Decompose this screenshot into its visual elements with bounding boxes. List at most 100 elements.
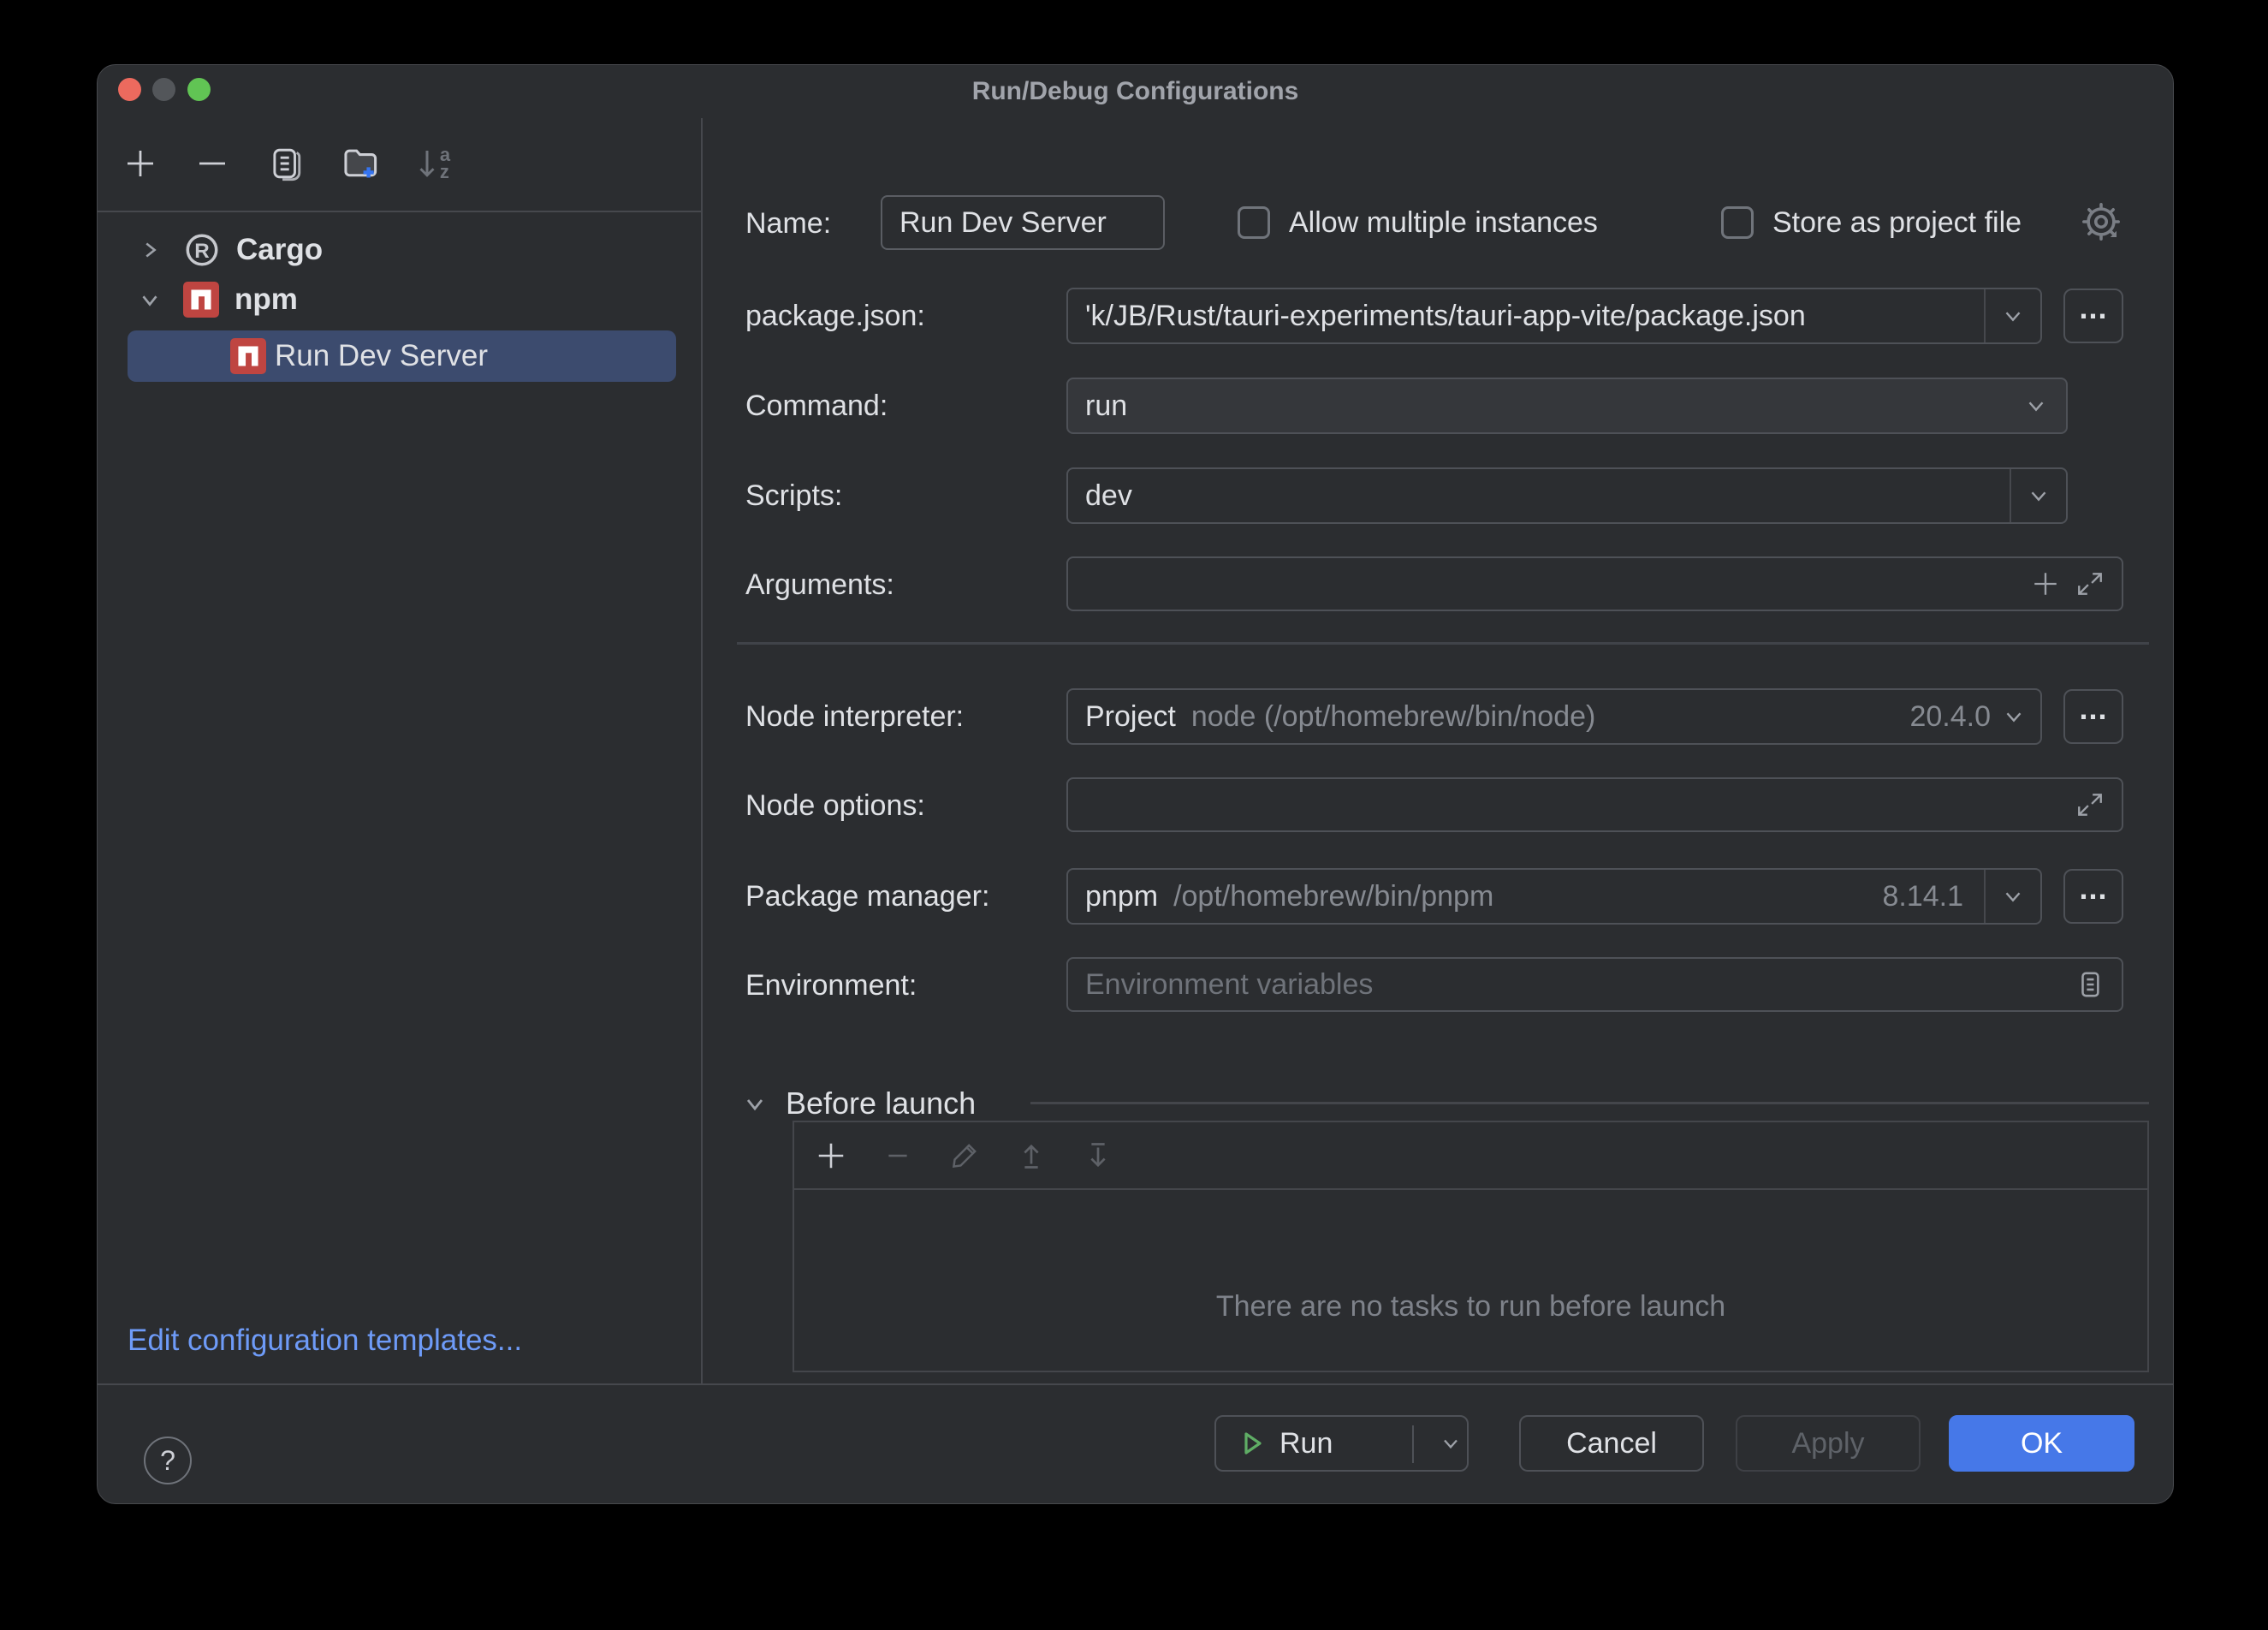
node-interpreter-detail: node (/opt/homebrew/bin/node) (1190, 699, 1596, 733)
arrow-down-icon (1090, 1142, 1106, 1167)
remove-configuration-button[interactable] (192, 143, 233, 184)
remove-task-button[interactable] (880, 1138, 916, 1174)
package-json-browse-button[interactable]: ... (2063, 289, 2123, 343)
question-mark-icon: ? (160, 1444, 175, 1476)
desktop: { "window": { "title": "Run/Debug Config… (0, 0, 2268, 1630)
add-configuration-button[interactable] (120, 143, 161, 184)
tree-item-label: npm (235, 283, 298, 316)
plus-icon (123, 146, 157, 181)
package-manager-label: Package manager: (745, 879, 990, 913)
tree-item-run-dev-server-selected[interactable]: Run Dev Server (128, 330, 676, 382)
chevron-right-icon[interactable] (135, 237, 164, 263)
edit-configuration-templates-link[interactable]: Edit configuration templates... (128, 1324, 522, 1358)
svg-text:R: R (194, 240, 209, 263)
play-icon (1238, 1430, 1266, 1457)
expand-node-options-button[interactable] (2075, 790, 2105, 819)
cancel-button[interactable]: Cancel (1519, 1415, 1704, 1472)
store-as-project-file-label: Store as project file (1772, 205, 2022, 239)
command-value: run (1085, 389, 1128, 422)
minus-icon (195, 146, 229, 181)
scripts-value: dev (1085, 479, 1132, 512)
chevron-down-icon (2005, 892, 2021, 902)
node-options-label: Node options: (745, 788, 925, 822)
package-manager-combobox[interactable]: pnpm /opt/homebrew/bin/pnpm 8.14.1 (1066, 868, 2042, 925)
scripts-label: Scripts: (745, 479, 843, 512)
minus-icon (888, 1154, 907, 1157)
package-json-combobox[interactable]: 'k/JB/Rust/tauri-experiments/tauri-app-v… (1066, 288, 2042, 344)
tree-item-npm[interactable]: npm (98, 276, 701, 324)
add-task-button[interactable] (813, 1138, 849, 1174)
package-manager-dropdown-button[interactable] (1984, 870, 2040, 923)
chevron-down-icon (741, 1090, 769, 1117)
copy-icon (268, 146, 304, 181)
node-interpreter-label: Node interpreter: (745, 699, 965, 733)
package-json-value: 'k/JB/Rust/tauri-experiments/tauri-app-v… (1085, 299, 1806, 332)
allow-multiple-instances-label: Allow multiple instances (1289, 205, 1598, 239)
apply-button[interactable]: Apply (1736, 1415, 1921, 1472)
package-manager-browse-button[interactable]: ... (2063, 869, 2123, 924)
allow-multiple-instances-checkbox[interactable] (1238, 206, 1270, 239)
variables-list-icon (2081, 972, 2099, 997)
run-dropdown-button[interactable] (1432, 1417, 1469, 1470)
npm-icon (183, 282, 219, 318)
expand-icon (2078, 794, 2102, 816)
node-interpreter-combobox[interactable]: Project node (/opt/homebrew/bin/node) 20… (1066, 688, 2042, 745)
plus-icon (2034, 573, 2057, 595)
package-json-label: package.json: (745, 299, 925, 332)
help-button[interactable]: ? (144, 1437, 192, 1484)
cancel-button-label: Cancel (1566, 1426, 1657, 1460)
pencil-icon (952, 1143, 977, 1168)
scripts-combobox[interactable]: dev (1066, 467, 2068, 524)
name-field-wrapper (881, 195, 1165, 250)
chevron-down-icon (2031, 491, 2046, 502)
toolbar-separator (98, 211, 702, 212)
chevron-down-icon (2001, 704, 2027, 729)
node-options-input[interactable] (1085, 788, 2060, 822)
add-argument-button[interactable] (2031, 569, 2060, 598)
gear-icon (2081, 203, 2122, 246)
before-launch-title: Before launch (786, 1086, 977, 1121)
window-title: Run/Debug Configurations (971, 77, 1299, 105)
scripts-dropdown-button[interactable] (2010, 469, 2066, 522)
store-as-project-file-checkbox[interactable] (1721, 206, 1754, 239)
expand-arguments-button[interactable] (2075, 569, 2105, 598)
package-json-dropdown-button[interactable] (1984, 289, 2040, 342)
chevron-down-icon (1444, 1439, 1458, 1449)
command-select[interactable]: run (1066, 378, 2068, 434)
arrow-up-icon (1024, 1144, 1039, 1169)
chevron-down-icon[interactable] (135, 287, 164, 312)
store-options-gear-button[interactable] (2081, 201, 2122, 247)
environment-input[interactable] (1085, 967, 2060, 1002)
move-task-up-button[interactable] (1013, 1138, 1049, 1174)
chevron-down-icon (2023, 393, 2049, 419)
copy-configuration-button[interactable] (265, 143, 306, 184)
run-button[interactable]: Run (1214, 1415, 1469, 1472)
ok-button[interactable]: OK (1949, 1415, 2134, 1472)
tasks-toolbar (794, 1122, 2147, 1190)
environment-browse-button[interactable] (2075, 970, 2105, 999)
move-task-down-button[interactable] (1080, 1138, 1116, 1174)
apply-button-label: Apply (1791, 1426, 1865, 1460)
new-folder-icon (341, 145, 379, 182)
command-label: Command: (745, 389, 888, 422)
footer-separator (98, 1383, 2173, 1385)
arguments-input[interactable] (1085, 567, 2016, 601)
form-section-separator (737, 642, 2149, 645)
tree-item-label: Run Dev Server (275, 339, 488, 372)
tree-item-cargo[interactable]: R Cargo (98, 226, 701, 274)
plus-icon (818, 1143, 844, 1168)
before-launch-header[interactable]: Before launch (741, 1084, 976, 1123)
new-folder-button[interactable] (340, 143, 381, 184)
node-interpreter-browse-button[interactable]: ... (2063, 689, 2123, 744)
tree-item-label: Cargo (236, 233, 324, 266)
name-input[interactable] (899, 205, 1146, 240)
edit-task-button[interactable] (947, 1138, 983, 1174)
run-debug-configurations-dialog: Run/Debug Configurations az R Cargo npm … (97, 64, 2174, 1504)
sort-configurations-button[interactable]: az (413, 143, 454, 184)
before-launch-rule (1030, 1102, 2149, 1104)
node-interpreter-value: Project (1085, 699, 1176, 733)
package-manager-detail: /opt/homebrew/bin/pnpm (1173, 879, 1494, 913)
run-button-label: Run (1279, 1426, 1333, 1460)
environment-field-wrapper (1066, 957, 2123, 1012)
arguments-field-wrapper (1066, 556, 2123, 611)
